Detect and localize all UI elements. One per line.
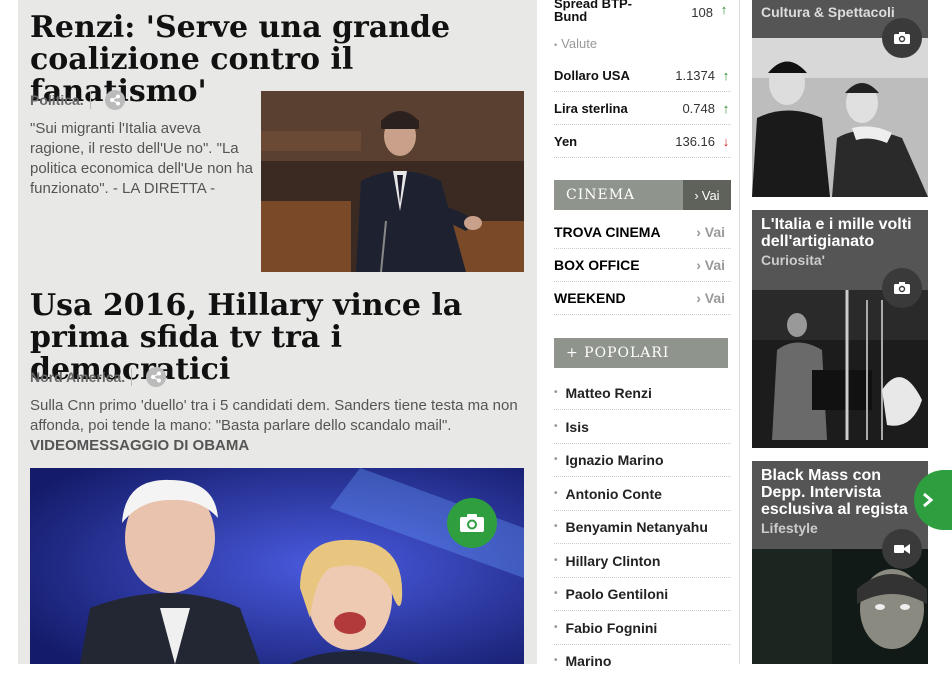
category-link[interactable]: Politica. bbox=[30, 92, 84, 108]
card-category: Cultura & Spettacoli bbox=[761, 4, 895, 20]
arrow-up-icon: ↑ bbox=[722, 100, 730, 116]
article-summary: "Sui migranti l'Italia aveva ragione, il… bbox=[30, 120, 254, 197]
cinema-row[interactable]: WEEKEND › Vai bbox=[554, 281, 731, 315]
category-link[interactable]: Nord America. bbox=[30, 369, 125, 385]
share-icon[interactable] bbox=[104, 90, 125, 110]
currency-row[interactable]: Dollaro USA 1.1374 ↑ bbox=[554, 59, 731, 92]
camera-icon[interactable] bbox=[447, 498, 497, 548]
column-divider bbox=[739, 0, 740, 664]
currency-row[interactable]: Lira sterlina 0.748 ↑ bbox=[554, 92, 731, 125]
arrow-down-icon: ↓ bbox=[722, 133, 730, 149]
video-link[interactable]: VIDEOMESSAGGIO DI OBAMA bbox=[30, 436, 249, 456]
card-category: Curiosita' bbox=[761, 252, 826, 268]
arrow-up-icon: ↑ bbox=[722, 67, 730, 83]
card-photo bbox=[752, 38, 928, 197]
article-meta: Nord America. bbox=[30, 367, 167, 387]
card-title: L'Italia e i mille volti dell'artigianat… bbox=[761, 216, 912, 250]
vai-link[interactable]: › Vai bbox=[696, 290, 725, 306]
popular-item[interactable]: • Isis bbox=[554, 410, 731, 444]
card-photo bbox=[752, 290, 928, 448]
spread-value: 108 bbox=[691, 5, 713, 20]
gallery-card[interactable]: Cultura & Spettacoli bbox=[752, 0, 928, 197]
card-title: Black Mass con Depp. Intervista esclusiv… bbox=[761, 467, 908, 518]
cinema-row[interactable]: BOX OFFICE › Vai bbox=[554, 248, 731, 282]
popular-item[interactable]: • Fabio Fognini bbox=[554, 611, 731, 645]
spread-label: Spread BTP-Bund bbox=[554, 0, 633, 24]
popular-item[interactable]: • Benyamin Netanyahu bbox=[554, 510, 731, 544]
article-photo[interactable] bbox=[30, 468, 524, 664]
video-icon[interactable] bbox=[882, 529, 922, 569]
main-column: Renzi: 'Serve una grande coalizione cont… bbox=[18, 0, 537, 664]
popular-item[interactable]: • Hillary Clinton bbox=[554, 544, 731, 578]
spread-row[interactable]: Spread BTP-Bund 108 ↑ bbox=[554, 0, 731, 31]
popolari-header: + POPOLARI bbox=[554, 338, 728, 368]
article-meta: Politica. bbox=[30, 90, 125, 110]
popular-item[interactable]: • Matteo Renzi bbox=[554, 376, 731, 410]
share-icon[interactable] bbox=[146, 367, 167, 387]
vai-link[interactable]: › Vai bbox=[696, 224, 725, 240]
popular-item[interactable]: • Ignazio Marino bbox=[554, 443, 731, 477]
camera-icon[interactable] bbox=[882, 268, 922, 308]
cinema-header: CINEMA › Vai bbox=[554, 180, 731, 210]
cinema-title: CINEMA bbox=[566, 187, 636, 203]
article-photo[interactable] bbox=[261, 91, 524, 272]
valute-link[interactable]: • Valute bbox=[554, 36, 597, 51]
article-summary: Sulla Cnn primo 'duello' tra i 5 candida… bbox=[30, 397, 518, 434]
cinema-vai-button[interactable]: › Vai bbox=[683, 180, 731, 210]
vai-link[interactable]: › Vai bbox=[696, 257, 725, 273]
camera-icon[interactable] bbox=[882, 18, 922, 58]
gallery-card[interactable]: L'Italia e i mille volti dell'artigianat… bbox=[752, 210, 928, 448]
video-card[interactable]: Black Mass con Depp. Intervista esclusiv… bbox=[752, 461, 928, 664]
divider bbox=[89, 91, 91, 109]
popular-item[interactable]: • Marino bbox=[554, 644, 731, 677]
popular-item[interactable]: • Antonio Conte bbox=[554, 477, 731, 511]
currency-row[interactable]: Yen 136.16 ↓ bbox=[554, 125, 731, 158]
cinema-row[interactable]: TROVA CINEMA › Vai bbox=[554, 215, 731, 249]
arrow-up-icon: ↑ bbox=[720, 2, 728, 17]
divider bbox=[131, 368, 133, 386]
popular-item[interactable]: • Paolo Gentiloni bbox=[554, 577, 731, 611]
